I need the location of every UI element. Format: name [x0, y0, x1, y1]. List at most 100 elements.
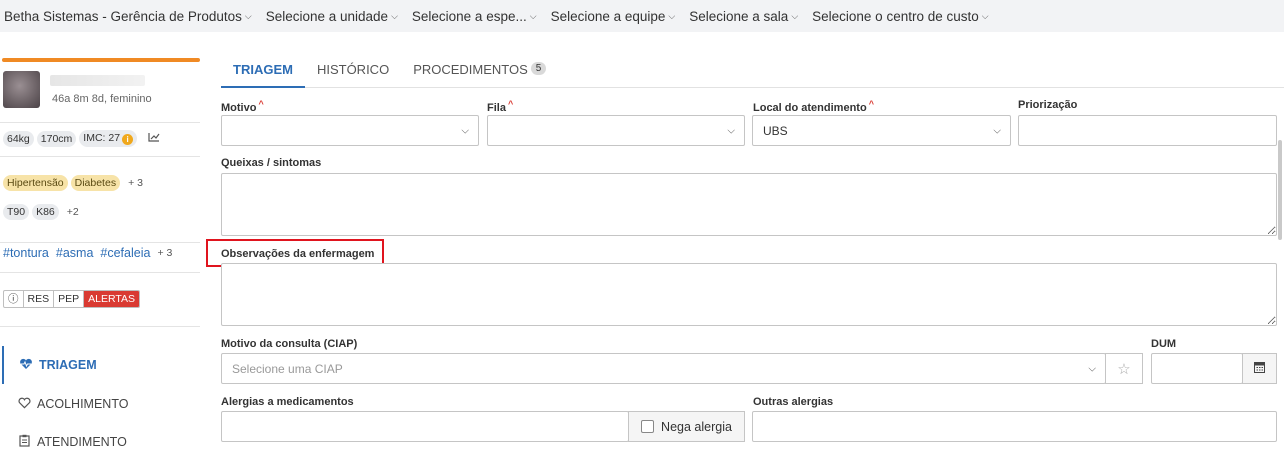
condition-pill[interactable]: Diabetes	[70, 175, 121, 191]
nav-unidade[interactable]: Selecione a unidade ⌵	[266, 9, 398, 24]
codes-more[interactable]: +2	[67, 206, 79, 218]
hashtag-link[interactable]: #cefaleia	[100, 246, 150, 260]
nav-equipe[interactable]: Selecione a equipe ⌵	[551, 9, 676, 24]
status-bar	[2, 58, 200, 62]
info-segment[interactable]: ⓘ	[4, 291, 24, 307]
queixas-textarea[interactable]	[221, 173, 1277, 236]
nav-centro-custo[interactable]: Selecione o centro de custo ⌵	[812, 9, 988, 24]
required-marker: ^	[507, 99, 514, 109]
nega-alergia-checkbox[interactable]	[641, 420, 655, 433]
nav-especialidade[interactable]: Selecione a espe... ⌵	[412, 9, 537, 24]
fila-label: Fila ^	[487, 99, 513, 114]
nav-sala[interactable]: Selecione a sala ⌵	[689, 9, 798, 24]
hashtags-more[interactable]: + 3	[157, 247, 172, 259]
priorizacao-field[interactable]	[1018, 115, 1277, 146]
alergias-input[interactable]	[221, 411, 629, 442]
chevron-down-icon: ⌵	[461, 125, 469, 136]
tab-label: HISTÓRICO	[316, 62, 390, 77]
ciap-placeholder: Selecione uma CIAP	[232, 361, 343, 376]
motivo-consulta-label: Motivo da consulta (CIAP)	[221, 338, 358, 350]
divider	[0, 242, 200, 243]
hashtag-link[interactable]: #tontura	[3, 246, 49, 260]
fila-select[interactable]: ⌵	[487, 115, 745, 146]
pep-segment[interactable]: PEP	[54, 291, 85, 307]
star-icon: ☆	[1117, 360, 1131, 378]
fila-label-text: Fila	[487, 102, 506, 114]
tab-bar: TRIAGEM HISTÓRICO PROCEDIMENTOS 5	[221, 55, 1284, 88]
tab-triagem[interactable]: TRIAGEM	[221, 55, 305, 88]
motivo-label: Motivo ^	[221, 99, 264, 114]
top-navigation: Betha Sistemas - Gerência de Produtos ⌵ S…	[0, 0, 1284, 32]
patient-sidebar: 46a 8m 8d, feminino 64kg 170cm IMC: 27 i …	[0, 32, 202, 456]
ciap-select[interactable]: Selecione uma CIAP ⌵	[221, 353, 1106, 384]
chevron-down-icon: ⌵	[529, 10, 537, 21]
nega-alergia-toggle[interactable]: Nega alergia	[628, 411, 745, 442]
nav-organization-label: Betha Sistemas - Gerência de Produtos	[4, 8, 242, 24]
conditions-row: Hipertensão Diabetes + 3	[3, 175, 143, 191]
chevron-down-icon: ⌵	[981, 10, 989, 21]
alertas-segment[interactable]: ALERTAS	[84, 291, 139, 307]
imc-label: IMC: 27	[83, 132, 121, 144]
trend-chart-icon[interactable]	[148, 132, 160, 145]
patient-name-redacted	[50, 75, 145, 86]
calendar-button[interactable]	[1242, 353, 1277, 384]
codes-row: T90 K86 +2	[3, 204, 79, 220]
local-select[interactable]: UBS ⌵	[752, 115, 1011, 146]
nav-unidade-label: Selecione a unidade	[265, 8, 389, 24]
hashtag-link[interactable]: #asma	[56, 246, 94, 260]
menu-item-label: TRIAGEM	[39, 358, 97, 372]
clipboard-icon	[16, 434, 32, 450]
record-segments: ⓘ RES PEP ALERTAS	[3, 290, 140, 308]
divider	[0, 272, 200, 273]
scrollbar[interactable]	[1278, 140, 1282, 240]
calendar-icon	[1254, 361, 1265, 376]
observacoes-textarea[interactable]	[221, 263, 1277, 326]
divider	[0, 122, 200, 123]
outras-alergias-input[interactable]	[752, 411, 1277, 442]
required-marker: ^	[868, 99, 874, 109]
code-pill[interactable]: T90	[3, 204, 30, 220]
patient-age-sex: 46a 8m 8d, feminino	[52, 93, 152, 105]
record-segmented-control: ⓘ RES PEP ALERTAS	[3, 290, 140, 308]
avatar	[3, 71, 40, 108]
menu-item-atendimento[interactable]: ATENDIMENTO	[2, 423, 202, 456]
required-marker: ^	[258, 99, 264, 109]
conditions-more[interactable]: + 3	[128, 177, 143, 189]
menu-item-triagem[interactable]: TRIAGEM	[2, 346, 202, 384]
favorite-button[interactable]: ☆	[1105, 353, 1143, 384]
menu-item-label: ACOLHIMENTO	[37, 397, 129, 411]
nav-organization[interactable]: Betha Sistemas - Gerência de Produtos ⌵	[4, 9, 252, 24]
nav-especialidade-label: Selecione a espe...	[411, 8, 527, 24]
hashtags-row: #tontura #asma #cefaleia + 3	[3, 244, 172, 262]
menu-item-label: ATENDIMENTO	[37, 435, 127, 449]
nav-sala-label: Selecione a sala	[689, 8, 789, 24]
tab-label: TRIAGEM	[233, 62, 293, 77]
local-label: Local do atendimento ^	[753, 99, 874, 114]
local-label-text: Local do atendimento	[753, 102, 867, 114]
menu-item-acolhimento[interactable]: ACOLHIMENTO	[2, 385, 202, 423]
count-badge: 5	[530, 62, 547, 75]
info-icon: i	[122, 134, 134, 145]
divider	[0, 326, 200, 327]
tab-historico[interactable]: HISTÓRICO	[305, 55, 401, 88]
code-pill[interactable]: K86	[32, 204, 59, 220]
imc-pill[interactable]: IMC: 27 i	[79, 130, 138, 147]
dum-date-input[interactable]	[1151, 353, 1243, 384]
alergias-label: Alergias a medicamentos	[221, 396, 354, 408]
condition-pill[interactable]: Hipertensão	[3, 175, 68, 191]
tab-label: PROCEDIMENTOS	[413, 62, 528, 77]
chevron-down-icon: ⌵	[1088, 363, 1096, 374]
chevron-down-icon: ⌵	[993, 125, 1001, 136]
chevron-down-icon: ⌵	[727, 125, 735, 136]
heart-outline-icon	[16, 397, 32, 412]
tab-procedimentos[interactable]: PROCEDIMENTOS 5	[401, 55, 558, 88]
priorizacao-label: Priorização	[1018, 99, 1078, 111]
queixas-label: Queixas / sintomas	[221, 157, 322, 169]
local-value: UBS	[763, 123, 788, 138]
res-segment[interactable]: RES	[24, 291, 55, 307]
motivo-select[interactable]: ⌵	[221, 115, 479, 146]
chevron-down-icon: ⌵	[668, 10, 676, 21]
nega-alergia-label: Nega alergia	[661, 419, 732, 434]
chevron-down-icon: ⌵	[391, 10, 398, 21]
outras-alergias-label: Outras alergias	[753, 396, 834, 408]
